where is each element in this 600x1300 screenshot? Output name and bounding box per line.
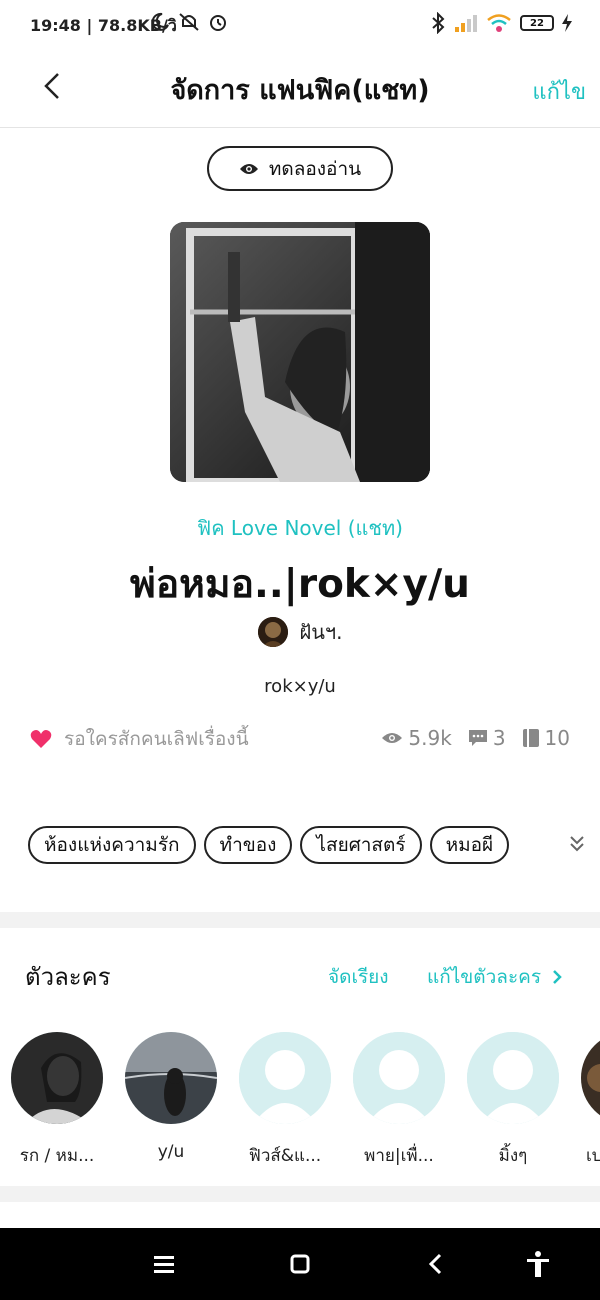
story-subtitle: rok×y/u [264,676,336,697]
character-name: มิ้งๆ [498,1146,528,1166]
system-nav-bar [0,1228,600,1300]
story-category: ฟิค Love Novel (แชท) [197,516,403,540]
tag-chip[interactable]: ห้องแห่งความรัก [28,826,196,864]
character-item[interactable]: มิ้งๆ [458,1032,568,1169]
home-icon[interactable] [284,1248,316,1280]
author-name: ฝันฯ. [299,620,343,644]
character-avatar [353,1032,445,1124]
like-prompt-text: รอใครสักคนเลิฟเรื่องนี้ [64,728,249,750]
tag-list: ห้องแห่งความรัก ทำของ ไสยศาสตร์ หมอผี [28,826,556,866]
edit-characters-label: แก้ไขตัวละคร [427,966,542,988]
comments-stat: 3 [468,726,506,750]
character-item[interactable]: รก / หม... [2,1032,112,1169]
character-item[interactable]: ฟิวส์&แ... [230,1032,340,1169]
chapters-count: 10 [544,726,570,750]
app-header: จัดการ แฟนฟิค(แชท) แก้ไข [0,50,600,128]
edit-characters-button[interactable]: แก้ไขตัวละคร [427,962,563,992]
chevron-right-icon [553,970,562,984]
comment-icon [468,730,487,746]
expand-tags-icon[interactable] [568,834,586,854]
menu-icon[interactable] [148,1248,180,1280]
views-stat: 5.9k [381,726,452,750]
character-avatar [581,1032,600,1124]
status-left-icons [150,12,228,32]
heart-icon [30,730,52,748]
character-name: เบ [586,1146,600,1166]
character-avatar [239,1032,331,1124]
sort-characters-button[interactable]: จัดเรียง [328,962,389,992]
mute-icon [179,13,199,31]
eye-icon [382,733,403,743]
alarm-icon [210,15,226,31]
tag-chip[interactable]: หมอผี [429,826,510,864]
status-bar: 19:48 | 78.8KB/วิ 22 [0,0,600,50]
edit-button[interactable]: แก้ไข [532,74,586,109]
chapters-stat: 10 [522,726,570,750]
page-title: จัดการ แฟนฟิค(แชท) [170,75,430,106]
character-name: ฟิวส์&แ... [248,1146,322,1166]
preview-read-button[interactable]: ทดลองอ่าน [207,146,393,191]
wifi-icon [487,14,511,32]
section-divider [0,1186,600,1202]
author-avatar [257,617,288,647]
author-row[interactable]: ฝันฯ. [0,616,600,648]
bluetooth-icon [432,12,445,34]
moon-icon [151,12,169,31]
eye-icon [239,163,258,174]
story-title: พ่อหมอ..|rok×y/u [130,562,470,607]
character-avatar [467,1032,559,1124]
back-nav-icon[interactable] [420,1248,452,1280]
section-divider [0,912,600,928]
story-stats: 5.9k 3 10 [381,726,570,750]
character-item[interactable]: เบ [572,1032,600,1169]
tag-chip[interactable]: ไสยศาสตร์ [300,826,422,864]
story-cover-image[interactable] [170,222,430,482]
character-name: รก / หม... [19,1146,95,1166]
character-item[interactable]: พาย|เพื่... [344,1032,454,1169]
character-name: พาย|เพื่... [364,1146,434,1166]
tag-chip[interactable]: ทำของ [203,826,293,864]
status-right-icons: 22 [430,12,572,34]
preview-read-label: ทดลองอ่าน [268,157,362,180]
character-item[interactable]: y/u [116,1032,226,1162]
character-avatar [125,1032,217,1124]
cover-photo [170,222,430,482]
book-icon [522,729,539,747]
signal-icon [455,15,477,32]
characters-heading: ตัวละคร [25,963,111,991]
comments-count: 3 [492,726,506,750]
accessibility-icon[interactable] [522,1248,554,1280]
views-count: 5.9k [408,726,452,750]
charging-icon [562,14,572,32]
character-name: y/u [157,1142,185,1162]
battery-indicator: 22 [520,15,554,31]
character-list: รก / หม... y/u ฟิวส์&แ... พาย|เพื่... มิ… [0,1032,600,1172]
character-avatar [11,1032,103,1124]
like-row[interactable]: รอใครสักคนเลิฟเรื่องนี้ [30,724,249,754]
